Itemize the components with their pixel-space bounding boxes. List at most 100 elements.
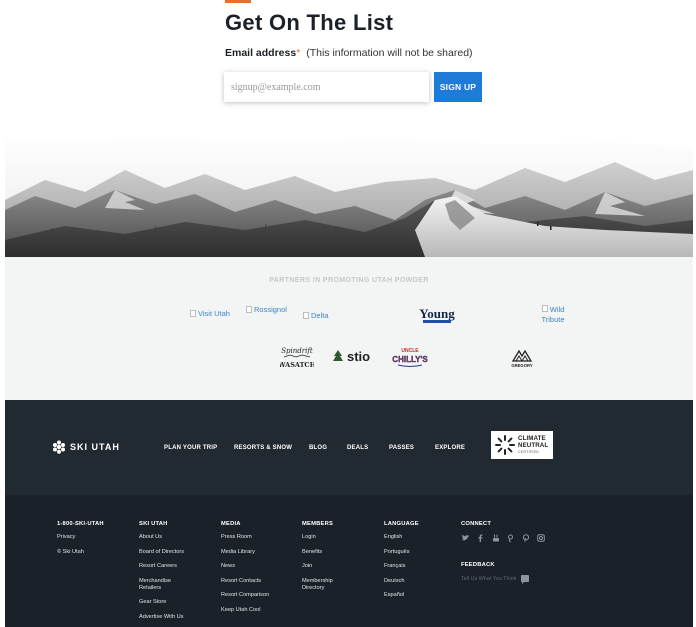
partner-link-delta[interactable]: Delta	[303, 311, 329, 320]
footer-col-members: MEMBERS Login Benefits Join Membership D…	[302, 521, 368, 599]
climate-neutral-icon	[495, 435, 515, 455]
footer-link-privacy[interactable]: Privacy	[57, 534, 123, 541]
partner-alt-text: Visit Utah	[198, 309, 230, 318]
chillys-text: CHILLY'S	[392, 355, 428, 364]
ski-utah-logo[interactable]: SKI UTAH	[52, 440, 120, 454]
footer-col-connect: CONNECT FEEDBACK Tell Us What You Think	[461, 521, 545, 584]
footer-col-contact: 1-800-SKI-UTAH Privacy © Ski Utah	[57, 521, 123, 563]
newsletter-signup: Get On The List Email address* (This inf…	[0, 0, 696, 130]
footer-link-about-us[interactable]: About Us	[139, 534, 205, 541]
ski-utah-logo-text: SKI UTAH	[70, 442, 120, 452]
footer-col-heading: MEMBERS	[302, 521, 334, 527]
footer-col-ski-utah: SKI UTAH About Us Board of Directors Res…	[139, 521, 205, 627]
footer-col-heading: MEDIA	[221, 521, 241, 527]
language-espanol[interactable]: Español	[384, 592, 450, 599]
language-english[interactable]: English	[384, 534, 450, 541]
email-field[interactable]	[224, 72, 429, 102]
partner-logo-gregory[interactable]: GREGORY	[505, 347, 539, 369]
footer-top-bar: SKI UTAH PLAN YOUR TRIP RESORTS & SNOW B…	[5, 400, 693, 495]
footer-col-heading: SKI UTAH	[139, 521, 168, 527]
badge-line-2: NEUTRAL	[518, 441, 549, 449]
language-portugues[interactable]: Português	[384, 549, 450, 556]
broken-image-icon	[246, 306, 252, 313]
chillys-top-text: UNCLE	[401, 348, 419, 354]
chillys-logo-icon: UNCLE CHILLY'S	[392, 348, 429, 367]
signup-title: Get On The List	[225, 10, 394, 35]
footer-link-login[interactable]: Login	[302, 534, 368, 541]
young-logo-text: Young	[419, 306, 455, 321]
nav-passes[interactable]: PASSES	[389, 445, 435, 451]
footer-main-nav: PLAN YOUR TRIP RESORTS & SNOW BLOG DEALS…	[164, 445, 475, 451]
footer-col-media: MEDIA Press Room Media Library News Reso…	[221, 521, 287, 621]
partner-link-rossignol[interactable]: Rossignol	[246, 305, 287, 314]
footer-link-benefits[interactable]: Benefits	[302, 549, 368, 556]
footer-link-resort-contacts[interactable]: Resort Contacts	[221, 578, 287, 585]
youtube-icon[interactable]	[491, 534, 500, 544]
footer-link-press-room[interactable]: Press Room	[221, 534, 287, 541]
chat-bubble-icon	[521, 575, 530, 584]
copyright-text: © Ski Utah	[57, 548, 84, 555]
badge-line-3: CERTIFIED	[518, 449, 540, 454]
sign-up-button[interactable]: SIGN UP	[434, 72, 482, 102]
stio-logo-icon: stio	[333, 349, 370, 364]
broken-image-icon	[190, 310, 196, 317]
footer-col-heading: CONNECT	[461, 521, 492, 527]
footer-link-keep-utah-cool[interactable]: Keep Utah Cool	[221, 607, 287, 614]
climate-neutral-badge[interactable]: CLIMATE NEUTRAL CERTIFIED	[491, 431, 553, 459]
partner-link-visit-utah[interactable]: Visit Utah	[190, 309, 230, 318]
badge-text: CLIMATE NEUTRAL CERTIFIED	[518, 435, 548, 456]
partner-alt-text: Rossignol	[254, 305, 287, 314]
footer-link-gear-store[interactable]: Gear Store	[139, 599, 205, 606]
wasatch-top-text: Spindrift	[281, 347, 313, 355]
google-plus-icon[interactable]	[506, 534, 515, 544]
partners-title: PARTNERS IN PROMOTING UTAH POWDER	[269, 277, 429, 284]
gregory-text: GREGORY	[511, 363, 532, 368]
footer-col-language: LANGUAGE English Português Français Deut…	[384, 521, 450, 607]
feedback-text: Tell Us What You Think	[461, 575, 517, 582]
phone-number[interactable]: 1-800-SKI-UTAH	[57, 521, 123, 527]
partner-logo-stio[interactable]: stio	[331, 348, 379, 366]
partner-link-wild-tribute[interactable]: Wild Tribute	[533, 304, 573, 325]
wasatch-text: WASATCH	[280, 361, 314, 369]
badge-line-1: CLIMATE	[518, 434, 546, 442]
partner-logo-young[interactable]: Young	[413, 304, 461, 326]
broken-image-icon	[541, 305, 548, 312]
footer-link-advertise[interactable]: Advertise With Us	[139, 614, 205, 621]
language-deutsch[interactable]: Deutsch	[384, 578, 450, 585]
mountain-banner-image	[5, 130, 693, 257]
footer-link-join[interactable]: Join	[302, 563, 368, 570]
facebook-icon[interactable]	[476, 534, 485, 544]
nav-deals[interactable]: DEALS	[347, 445, 389, 451]
footer-link-news[interactable]: News	[221, 563, 287, 570]
twitter-icon[interactable]	[461, 534, 470, 544]
email-label: Email address	[225, 47, 297, 59]
partners-section: PARTNERS IN PROMOTING UTAH POWDER Visit …	[5, 257, 693, 400]
footer-col-heading: LANGUAGE	[384, 521, 419, 527]
partner-logo-chillys[interactable]: UNCLE CHILLY'S	[392, 345, 429, 369]
broken-image-icon	[303, 312, 309, 319]
nav-explore[interactable]: EXPLORE	[435, 445, 475, 451]
required-star: *	[296, 47, 301, 59]
nav-blog[interactable]: BLOG	[309, 445, 347, 451]
instagram-icon[interactable]	[536, 534, 545, 544]
footer-links: 1-800-SKI-UTAH Privacy © Ski Utah SKI UT…	[5, 495, 693, 627]
footer-link-media-library[interactable]: Media Library	[221, 549, 287, 556]
stio-text: stio	[347, 349, 370, 364]
footer-link-membership-directory[interactable]: Membership Directory	[302, 578, 346, 592]
feedback-link[interactable]: Tell Us What You Think	[461, 575, 545, 584]
nav-resorts-and-snow[interactable]: RESORTS & SNOW	[234, 445, 309, 451]
partner-alt-text: Delta	[311, 311, 329, 320]
nav-plan-your-trip[interactable]: PLAN YOUR TRIP	[164, 445, 234, 451]
language-francais[interactable]: Français	[384, 563, 450, 570]
partner-logo-wasatch[interactable]: Spindrift WASATCH	[277, 343, 315, 373]
footer-link-resort-comparison[interactable]: Resort Comparison	[221, 592, 287, 599]
social-icons	[461, 534, 545, 544]
mountain-illustration	[5, 130, 693, 257]
footer-link-merchandise-retailers[interactable]: Merchandise Retailers	[139, 578, 183, 592]
footer-link-resort-careers[interactable]: Resort Careers	[139, 563, 205, 570]
gregory-logo-icon: GREGORY	[511, 349, 533, 368]
email-privacy-note: (This information will not be shared)	[306, 47, 473, 59]
pinterest-icon[interactable]	[521, 534, 530, 544]
accent-line	[225, 0, 251, 3]
footer-link-board-of-directors[interactable]: Board of Directors	[139, 549, 205, 556]
